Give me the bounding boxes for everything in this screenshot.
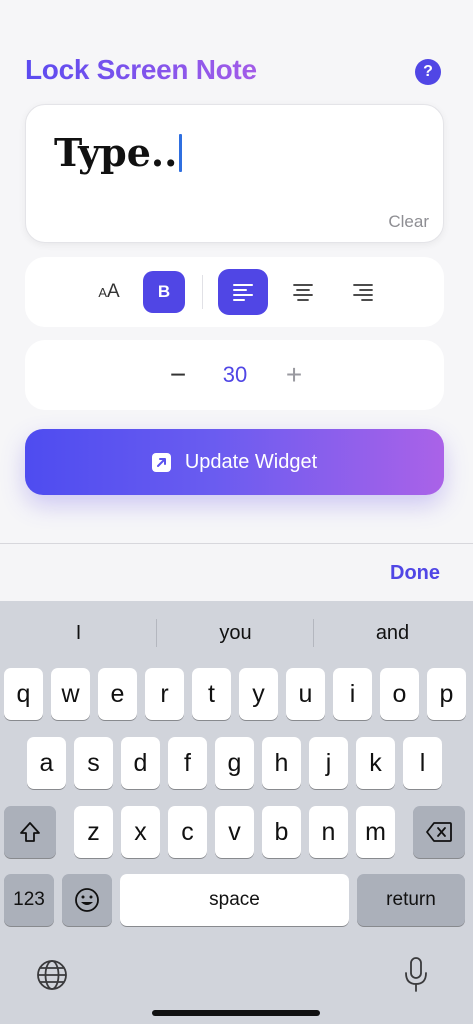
align-center-icon — [293, 284, 313, 301]
external-arrow-icon — [151, 452, 171, 472]
keyboard: I you and q w e r t y u i o p a s d f g … — [0, 601, 473, 1024]
align-left-icon — [233, 284, 253, 301]
key[interactable]: f — [168, 737, 207, 789]
key[interactable]: v — [215, 806, 254, 858]
clear-button[interactable]: Clear — [388, 212, 429, 232]
align-right-button[interactable] — [338, 269, 388, 315]
return-key[interactable]: return — [357, 874, 465, 926]
key[interactable]: l — [403, 737, 442, 789]
increase-size-button[interactable]: + — [280, 361, 308, 389]
key[interactable]: n — [309, 806, 348, 858]
numbers-key[interactable]: 123 — [4, 874, 54, 926]
key[interactable]: k — [356, 737, 395, 789]
key[interactable]: d — [121, 737, 160, 789]
note-text: Type.. — [54, 130, 178, 175]
font-size-value: 30 — [222, 362, 248, 387]
update-widget-label: Update Widget — [184, 450, 318, 473]
key[interactable]: i — [333, 668, 372, 720]
shift-key[interactable] — [4, 806, 56, 858]
backspace-key[interactable] — [413, 806, 465, 858]
key[interactable]: s — [74, 737, 113, 789]
key[interactable]: y — [239, 668, 278, 720]
globe-button[interactable] — [34, 957, 70, 993]
dictation-button[interactable] — [400, 955, 432, 995]
note-text-area[interactable]: Type.. — [54, 130, 183, 175]
font-size-big-glyph: A — [106, 281, 120, 302]
align-right-icon — [353, 284, 373, 301]
decrease-size-button[interactable]: − — [164, 361, 192, 389]
font-size-toggle-button[interactable]: A A — [94, 277, 124, 307]
key[interactable]: h — [262, 737, 301, 789]
home-indicator — [152, 1010, 320, 1016]
globe-icon — [37, 960, 67, 990]
align-left-button[interactable] — [218, 269, 268, 315]
space-key[interactable]: space — [120, 874, 349, 926]
font-size-small-glyph: A — [98, 284, 107, 300]
page-title: Lock Screen Note — [25, 54, 257, 85]
key[interactable]: a — [27, 737, 66, 789]
suggestion-bar: I you and — [0, 611, 473, 655]
key[interactable]: r — [145, 668, 184, 720]
emoji-key[interactable] — [62, 874, 112, 926]
key[interactable]: u — [286, 668, 325, 720]
key[interactable]: w — [51, 668, 90, 720]
key[interactable]: x — [121, 806, 160, 858]
keyboard-accessory-bar: Done — [0, 543, 473, 601]
done-button[interactable]: Done — [390, 562, 440, 585]
key[interactable]: z — [74, 806, 113, 858]
key[interactable]: c — [168, 806, 207, 858]
toolbar-divider — [202, 275, 203, 309]
backspace-icon — [426, 822, 452, 842]
key[interactable]: j — [309, 737, 348, 789]
align-center-button[interactable] — [278, 269, 328, 315]
key[interactable]: m — [356, 806, 395, 858]
key[interactable]: g — [215, 737, 254, 789]
key[interactable]: p — [427, 668, 466, 720]
key[interactable]: e — [98, 668, 137, 720]
shift-icon — [20, 822, 40, 842]
suggestion-item[interactable]: and — [314, 611, 471, 655]
update-widget-button[interactable]: Update Widget — [25, 429, 444, 495]
key[interactable]: q — [4, 668, 43, 720]
help-button[interactable]: ? — [415, 59, 441, 85]
suggestion-item[interactable]: I — [0, 611, 157, 655]
note-editor[interactable]: Type.. Clear — [25, 104, 444, 243]
font-size-stepper: − 30 + — [25, 340, 444, 410]
key[interactable]: o — [380, 668, 419, 720]
header: Lock Screen Note ? — [25, 52, 445, 96]
emoji-icon — [75, 888, 99, 912]
bold-button[interactable]: B — [143, 271, 185, 313]
format-toolbar: A A B — [25, 257, 444, 327]
microphone-icon — [405, 957, 427, 992]
key[interactable]: b — [262, 806, 301, 858]
text-caret — [179, 133, 183, 172]
key[interactable]: t — [192, 668, 231, 720]
suggestion-item[interactable]: you — [157, 611, 314, 655]
